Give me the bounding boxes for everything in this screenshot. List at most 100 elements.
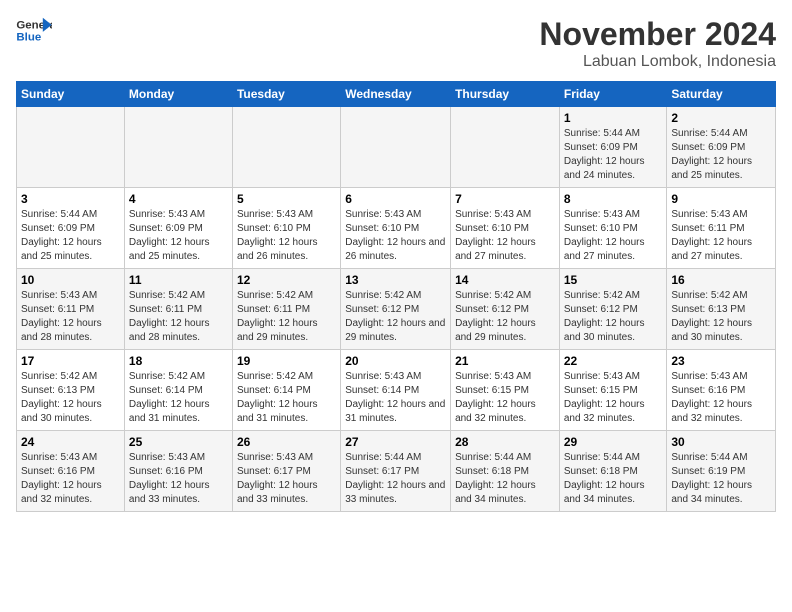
day-number: 15 bbox=[564, 273, 663, 287]
calendar-week-row: 17 Sunrise: 5:42 AM Sunset: 6:13 PM Dayli… bbox=[17, 350, 776, 431]
day-info: Sunrise: 5:42 AM Sunset: 6:12 PM Dayligh… bbox=[345, 289, 446, 345]
day-number: 24 bbox=[21, 435, 120, 449]
day-number: 16 bbox=[671, 273, 771, 287]
calendar-table: SundayMondayTuesdayWednesdayThursdayFrid… bbox=[16, 81, 776, 512]
header-saturday: Saturday bbox=[667, 82, 776, 107]
day-info: Sunrise: 5:44 AM Sunset: 6:18 PM Dayligh… bbox=[455, 451, 555, 507]
day-number: 26 bbox=[237, 435, 336, 449]
day-number: 3 bbox=[21, 192, 120, 206]
header-sunday: Sunday bbox=[17, 82, 125, 107]
calendar-cell: 8 Sunrise: 5:43 AM Sunset: 6:10 PM Daylig… bbox=[559, 188, 667, 269]
calendar-cell: 17 Sunrise: 5:42 AM Sunset: 6:13 PM Dayli… bbox=[17, 350, 125, 431]
day-number: 23 bbox=[671, 354, 771, 368]
day-number: 2 bbox=[671, 111, 771, 125]
calendar-cell: 23 Sunrise: 5:43 AM Sunset: 6:16 PM Dayli… bbox=[667, 350, 776, 431]
calendar-cell bbox=[232, 107, 340, 188]
day-number: 14 bbox=[455, 273, 555, 287]
calendar-header-row: SundayMondayTuesdayWednesdayThursdayFrid… bbox=[17, 82, 776, 107]
day-number: 6 bbox=[345, 192, 446, 206]
day-info: Sunrise: 5:42 AM Sunset: 6:14 PM Dayligh… bbox=[237, 370, 336, 426]
header-friday: Friday bbox=[559, 82, 667, 107]
calendar-cell: 15 Sunrise: 5:42 AM Sunset: 6:12 PM Dayli… bbox=[559, 269, 667, 350]
header-monday: Monday bbox=[124, 82, 232, 107]
day-info: Sunrise: 5:42 AM Sunset: 6:11 PM Dayligh… bbox=[237, 289, 336, 345]
title-block: November 2024 Labuan Lombok, Indonesia bbox=[539, 16, 776, 71]
calendar-cell: 30Sunrise: 5:44 AM Sunset: 6:19 PM Dayli… bbox=[667, 431, 776, 512]
calendar-cell: 27 Sunrise: 5:44 AM Sunset: 6:17 PM Dayli… bbox=[341, 431, 451, 512]
page-subtitle: Labuan Lombok, Indonesia bbox=[539, 53, 776, 71]
calendar-cell: 3 Sunrise: 5:44 AM Sunset: 6:09 PM Daylig… bbox=[17, 188, 125, 269]
day-number: 9 bbox=[671, 192, 771, 206]
day-info: Sunrise: 5:42 AM Sunset: 6:13 PM Dayligh… bbox=[671, 289, 771, 345]
day-number: 29 bbox=[564, 435, 663, 449]
calendar-cell: 25Sunrise: 5:43 AM Sunset: 6:16 PM Dayli… bbox=[124, 431, 232, 512]
calendar-week-row: 10 Sunrise: 5:43 AM Sunset: 6:11 PM Dayli… bbox=[17, 269, 776, 350]
day-number: 5 bbox=[237, 192, 336, 206]
day-info: Sunrise: 5:44 AM Sunset: 6:19 PM Dayligh… bbox=[671, 451, 771, 507]
day-number: 21 bbox=[455, 354, 555, 368]
day-info: Sunrise: 5:44 AM Sunset: 6:18 PM Dayligh… bbox=[564, 451, 663, 507]
calendar-cell: 19 Sunrise: 5:42 AM Sunset: 6:14 PM Dayli… bbox=[232, 350, 340, 431]
calendar-cell: 5 Sunrise: 5:43 AM Sunset: 6:10 PM Daylig… bbox=[232, 188, 340, 269]
calendar-cell: 22Sunrise: 5:43 AM Sunset: 6:15 PM Dayli… bbox=[559, 350, 667, 431]
day-info: Sunrise: 5:43 AM Sunset: 6:14 PM Dayligh… bbox=[345, 370, 446, 426]
day-number: 18 bbox=[129, 354, 228, 368]
day-info: Sunrise: 5:42 AM Sunset: 6:12 PM Dayligh… bbox=[455, 289, 555, 345]
day-number: 19 bbox=[237, 354, 336, 368]
calendar-cell: 7Sunrise: 5:43 AM Sunset: 6:10 PM Daylig… bbox=[451, 188, 560, 269]
calendar-week-row: 1 Sunrise: 5:44 AM Sunset: 6:09 PM Daylig… bbox=[17, 107, 776, 188]
day-info: Sunrise: 5:43 AM Sunset: 6:17 PM Dayligh… bbox=[237, 451, 336, 507]
calendar-cell bbox=[451, 107, 560, 188]
header-wednesday: Wednesday bbox=[341, 82, 451, 107]
calendar-cell: 13 Sunrise: 5:42 AM Sunset: 6:12 PM Dayli… bbox=[341, 269, 451, 350]
day-number: 8 bbox=[564, 192, 663, 206]
calendar-cell: 9 Sunrise: 5:43 AM Sunset: 6:11 PM Daylig… bbox=[667, 188, 776, 269]
calendar-cell: 12 Sunrise: 5:42 AM Sunset: 6:11 PM Dayli… bbox=[232, 269, 340, 350]
day-number: 17 bbox=[21, 354, 120, 368]
calendar-cell: 26 Sunrise: 5:43 AM Sunset: 6:17 PM Dayli… bbox=[232, 431, 340, 512]
calendar-cell: 21Sunrise: 5:43 AM Sunset: 6:15 PM Dayli… bbox=[451, 350, 560, 431]
calendar-cell: 20 Sunrise: 5:43 AM Sunset: 6:14 PM Dayli… bbox=[341, 350, 451, 431]
calendar-week-row: 24 Sunrise: 5:43 AM Sunset: 6:16 PM Dayli… bbox=[17, 431, 776, 512]
day-info: Sunrise: 5:43 AM Sunset: 6:10 PM Dayligh… bbox=[345, 208, 446, 264]
calendar-cell: 29 Sunrise: 5:44 AM Sunset: 6:18 PM Dayli… bbox=[559, 431, 667, 512]
day-info: Sunrise: 5:42 AM Sunset: 6:12 PM Dayligh… bbox=[564, 289, 663, 345]
day-number: 11 bbox=[129, 273, 228, 287]
day-info: Sunrise: 5:44 AM Sunset: 6:09 PM Dayligh… bbox=[564, 127, 663, 183]
day-number: 4 bbox=[129, 192, 228, 206]
day-info: Sunrise: 5:42 AM Sunset: 6:11 PM Dayligh… bbox=[129, 289, 228, 345]
calendar-cell: 24 Sunrise: 5:43 AM Sunset: 6:16 PM Dayli… bbox=[17, 431, 125, 512]
calendar-cell: 4 Sunrise: 5:43 AM Sunset: 6:09 PM Daylig… bbox=[124, 188, 232, 269]
day-info: Sunrise: 5:43 AM Sunset: 6:10 PM Dayligh… bbox=[237, 208, 336, 264]
day-number: 10 bbox=[21, 273, 120, 287]
day-number: 1 bbox=[564, 111, 663, 125]
day-info: Sunrise: 5:43 AM Sunset: 6:09 PM Dayligh… bbox=[129, 208, 228, 264]
day-info: Sunrise: 5:44 AM Sunset: 6:09 PM Dayligh… bbox=[21, 208, 120, 264]
page-title: November 2024 bbox=[539, 16, 776, 53]
day-number: 27 bbox=[345, 435, 446, 449]
day-info: Sunrise: 5:42 AM Sunset: 6:13 PM Dayligh… bbox=[21, 370, 120, 426]
calendar-cell: 14 Sunrise: 5:42 AM Sunset: 6:12 PM Dayli… bbox=[451, 269, 560, 350]
calendar-cell: 11 Sunrise: 5:42 AM Sunset: 6:11 PM Dayli… bbox=[124, 269, 232, 350]
day-info: Sunrise: 5:43 AM Sunset: 6:11 PM Dayligh… bbox=[671, 208, 771, 264]
calendar-cell: 2Sunrise: 5:44 AM Sunset: 6:09 PM Daylig… bbox=[667, 107, 776, 188]
logo-icon: General Blue bbox=[16, 16, 52, 46]
day-number: 20 bbox=[345, 354, 446, 368]
calendar-cell: 18Sunrise: 5:42 AM Sunset: 6:14 PM Dayli… bbox=[124, 350, 232, 431]
day-info: Sunrise: 5:43 AM Sunset: 6:16 PM Dayligh… bbox=[671, 370, 771, 426]
day-number: 22 bbox=[564, 354, 663, 368]
svg-text:Blue: Blue bbox=[16, 32, 41, 44]
day-number: 12 bbox=[237, 273, 336, 287]
day-number: 25 bbox=[129, 435, 228, 449]
calendar-cell: 6 Sunrise: 5:43 AM Sunset: 6:10 PM Daylig… bbox=[341, 188, 451, 269]
calendar-cell: 28Sunrise: 5:44 AM Sunset: 6:18 PM Dayli… bbox=[451, 431, 560, 512]
day-info: Sunrise: 5:43 AM Sunset: 6:16 PM Dayligh… bbox=[21, 451, 120, 507]
logo: General Blue bbox=[16, 16, 52, 46]
header: General Blue November 2024 Labuan Lombok… bbox=[16, 16, 776, 71]
day-info: Sunrise: 5:44 AM Sunset: 6:17 PM Dayligh… bbox=[345, 451, 446, 507]
day-info: Sunrise: 5:43 AM Sunset: 6:11 PM Dayligh… bbox=[21, 289, 120, 345]
day-info: Sunrise: 5:43 AM Sunset: 6:10 PM Dayligh… bbox=[564, 208, 663, 264]
day-number: 13 bbox=[345, 273, 446, 287]
day-info: Sunrise: 5:43 AM Sunset: 6:10 PM Dayligh… bbox=[455, 208, 555, 264]
header-thursday: Thursday bbox=[451, 82, 560, 107]
